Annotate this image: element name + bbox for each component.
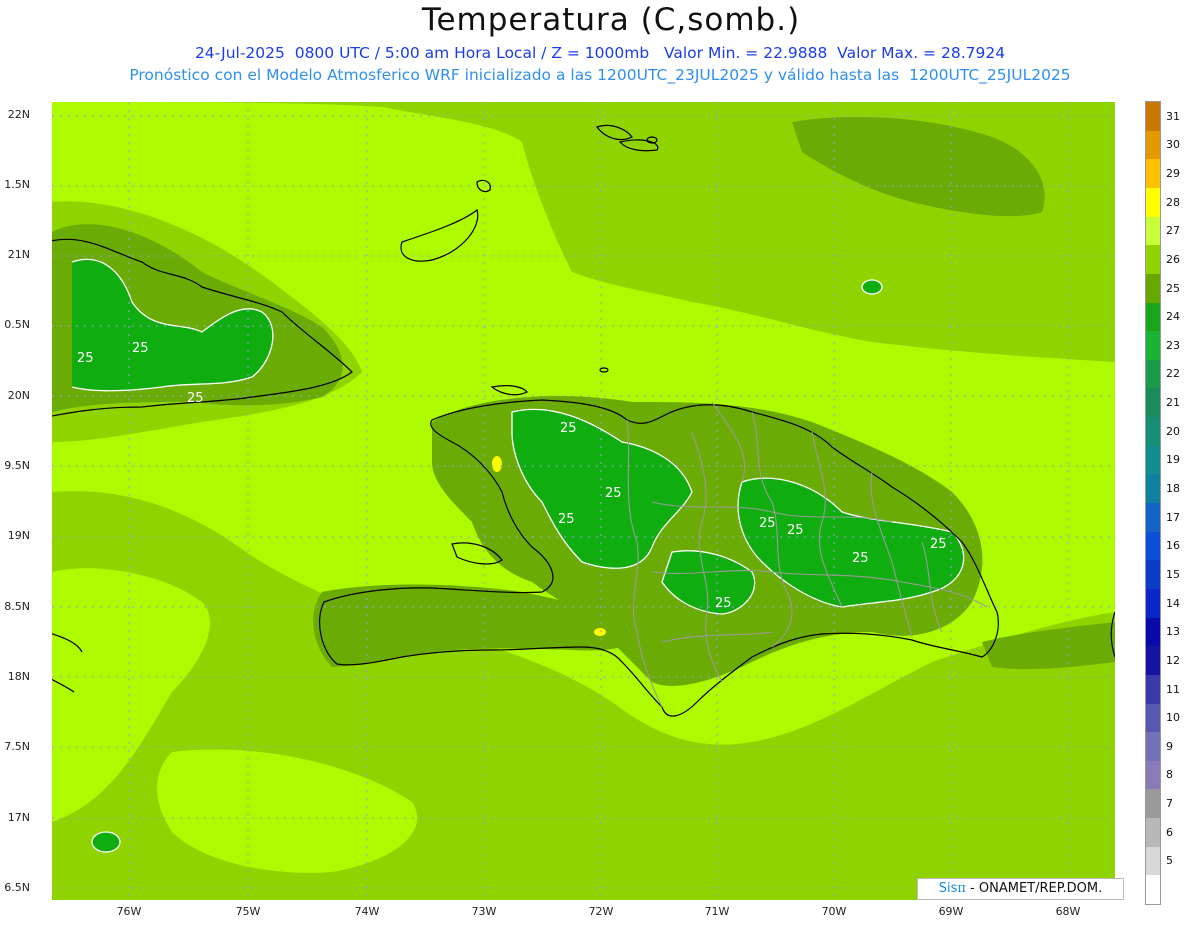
colorbar-level-label: 23 (1166, 338, 1180, 352)
colorbar-cell (1146, 588, 1160, 619)
colorbar-level-label: 25 (1166, 281, 1180, 295)
colorbar-level-label: 16 (1166, 539, 1180, 553)
lat-label: 22N (7, 108, 30, 121)
colorbar-cell (1146, 245, 1160, 275)
colorbar-cell (1146, 187, 1160, 218)
colorbar-level-label: 20 (1166, 424, 1180, 438)
lon-label: 76W (116, 905, 142, 918)
contour-label-7: 25 (759, 516, 776, 531)
colorbar-level-label: 29 (1166, 166, 1180, 180)
colorbar-cell (1146, 818, 1160, 848)
contour-label-8: 25 (787, 523, 804, 538)
contour-label-4: 25 (560, 421, 577, 436)
colorbar-level-label: 17 (1166, 510, 1180, 524)
map-canvas: 25 25 25 25 25 25 25 25 25 25 25 (52, 102, 1115, 900)
contour-label-3: 25 (187, 391, 204, 406)
temperature-map: 25 25 25 25 25 25 25 25 25 25 25 (52, 102, 1115, 900)
colorbar-level-label: 26 (1166, 252, 1180, 266)
colorbar-level-label: 14 (1166, 596, 1180, 610)
contour-label-10: 25 (930, 537, 947, 552)
colorbar-level-label: 19 (1166, 453, 1180, 467)
chart-title: Temperatura (C,somb.) (421, 2, 801, 38)
colorbar-level-label: 24 (1166, 310, 1180, 324)
colorbar-cell (1146, 388, 1160, 418)
colorbar-cell (1146, 130, 1160, 160)
colorbar-level-label: 10 (1166, 711, 1180, 725)
colorbar-level-label: 30 (1166, 138, 1180, 152)
contour-label-1: 25 (77, 351, 94, 366)
colorbar-cell (1146, 474, 1160, 504)
lat-label: 8.5N (4, 600, 30, 613)
lat-label: 20N (7, 389, 30, 402)
colorbar-cell (1146, 560, 1160, 590)
colorbar-cell (1146, 846, 1160, 876)
contour-label-5: 25 (605, 486, 622, 501)
lat-label: 19N (7, 529, 30, 542)
lat-label: 21N (7, 248, 30, 261)
lat-label: 7.5N (4, 740, 30, 753)
lon-label: 70W (821, 905, 847, 918)
contour-label-2: 25 (132, 341, 149, 356)
contour-label-9: 25 (852, 551, 869, 566)
lat-label: 1.5N (4, 178, 30, 191)
colorbar-cell (1146, 359, 1160, 389)
colorbar-level-label: 15 (1166, 567, 1180, 581)
lon-label: 71W (704, 905, 730, 918)
colorbar-level-label: 5 (1166, 854, 1173, 868)
colorbar-cell (1146, 646, 1160, 676)
lon-label: 69W (938, 905, 964, 918)
credit-box: Sisπ - ONAMET/REP.DOM. (917, 878, 1124, 900)
credit-pi: π (957, 881, 966, 896)
colorbar-cell (1146, 417, 1160, 447)
colorbar-cell (1146, 302, 1160, 332)
colorbar-cell (1146, 159, 1160, 189)
lat-label: 0.5N (4, 318, 30, 331)
lon-label: 73W (471, 905, 497, 918)
lat-label: 6.5N (4, 881, 30, 894)
colorbar-cell (1146, 617, 1160, 647)
colorbar-level-label: 9 (1166, 739, 1173, 753)
subtitle-model-run: Pronóstico con el Modelo Atmosferico WRF… (129, 66, 1071, 84)
colorbar-cell (1146, 216, 1160, 246)
contour-label-11: 25 (715, 596, 732, 611)
band-28-spot-2 (594, 628, 606, 636)
lat-label: 17N (7, 811, 30, 824)
lon-label: 74W (354, 905, 380, 918)
colorbar-level-label: 13 (1166, 625, 1180, 639)
colorbar-level-label: 8 (1166, 768, 1173, 782)
lon-label: 68W (1055, 905, 1081, 918)
colorbar-cell (1146, 703, 1160, 733)
credit-org: - ONAMET/REP.DOM. (965, 881, 1103, 896)
colorbar-level-label: 11 (1166, 682, 1180, 696)
colorbar-level-label: 12 (1166, 653, 1180, 667)
colorbar-cell (1146, 445, 1160, 475)
colorbar-cell (1146, 760, 1160, 790)
colorbar-cell (1146, 732, 1160, 762)
band-28-spot (492, 456, 502, 472)
colorbar-cell (1146, 789, 1160, 819)
lon-label: 72W (588, 905, 614, 918)
colorbar-level-label: 27 (1166, 224, 1180, 238)
colorbar-level-label: 28 (1166, 195, 1180, 209)
colorbar-level-label: 31 (1166, 109, 1180, 123)
colorbar-level-label: 6 (1166, 825, 1173, 839)
colorbar-cell (1146, 331, 1160, 361)
colorbar-level-label: 22 (1166, 367, 1180, 381)
colorbar-cell (1146, 503, 1160, 533)
contour-label-6: 25 (558, 512, 575, 527)
lat-label: 9.5N (4, 459, 30, 472)
colorbar-cell (1146, 102, 1160, 132)
colorbar (1145, 101, 1161, 905)
lon-label: 75W (235, 905, 261, 918)
colorbar-level-label: 21 (1166, 396, 1180, 410)
subtitle-valid-time: 24-Jul-2025 0800 UTC / 5:00 am Hora Loca… (194, 44, 1006, 62)
colorbar-cell (1146, 674, 1160, 704)
colorbar-level-label: 18 (1166, 482, 1180, 495)
lat-label: 18N (7, 670, 30, 683)
colorbar-level-label: 7 (1166, 797, 1173, 811)
credit-brand: Sis (938, 881, 958, 896)
colorbar-cell (1146, 273, 1160, 303)
colorbar-cell (1146, 875, 1160, 905)
colorbar-cell (1146, 531, 1160, 561)
